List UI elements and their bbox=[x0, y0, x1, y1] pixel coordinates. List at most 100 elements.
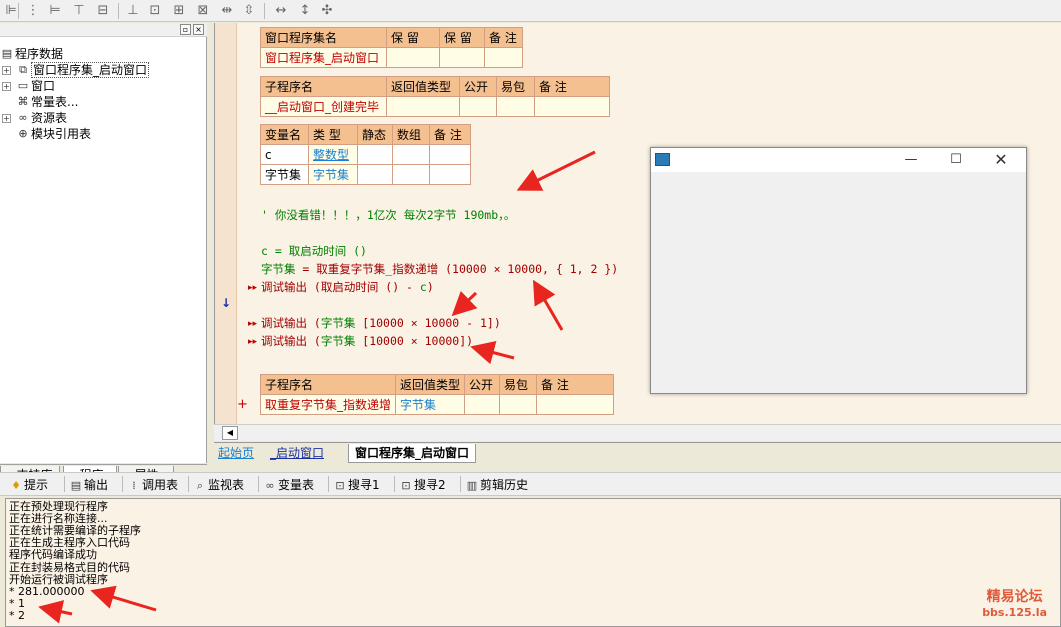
code-line[interactable]: 字节集 = 取重复字节集_指数递增 (10000 × 10000, { 1, 2… bbox=[261, 260, 618, 278]
table-cell[interactable]: 备 注 bbox=[534, 76, 610, 97]
table-cell[interactable] bbox=[392, 164, 430, 185]
table-cell[interactable]: 公开 bbox=[459, 76, 497, 97]
code-comment[interactable]: ' 你没看错！！！，1亿次 每次2字节 190mb，。 bbox=[261, 206, 515, 224]
v-space-icon[interactable]: ⇳ bbox=[240, 2, 258, 20]
bottom-button-label: 输出 bbox=[84, 478, 109, 492]
table-cell[interactable]: 子程序名 bbox=[259, 374, 397, 395]
output-panel[interactable]: 正在预处理现行程序 正在进行名称连接... 正在统计需要编译的子程序 正在生成主程序入… bbox=[5, 498, 1061, 627]
table-cell[interactable]: 保 留 bbox=[439, 27, 485, 48]
bottom-button-hint[interactable]: ♦ 提示 bbox=[8, 476, 48, 494]
code-line[interactable]: 调试输出 (字节集 [10000 × 10000]) bbox=[261, 332, 473, 350]
table-cell[interactable]: 数组 bbox=[392, 124, 430, 145]
align-center-icon[interactable]: ⋮ bbox=[24, 2, 42, 20]
table-cell[interactable]: 窗口程序集_启动窗口 bbox=[260, 47, 387, 68]
tree-label: 常量表... bbox=[31, 95, 79, 109]
tree-item[interactable]: ⌘ 常量表... bbox=[0, 94, 207, 110]
table-cell[interactable]: 子程序名 bbox=[260, 76, 387, 97]
tree-item[interactable]: ⊕ 模块引用表 bbox=[0, 126, 207, 142]
bottom-button-variables[interactable]: ∞ 变量表 bbox=[262, 476, 314, 494]
window-titlebar[interactable]: — ☐ ✕ bbox=[651, 148, 1026, 172]
tree-label: 模块引用表 bbox=[31, 127, 92, 141]
table-cell[interactable]: 返回值类型 bbox=[395, 374, 466, 395]
table-cell[interactable] bbox=[429, 144, 471, 165]
table-cell[interactable]: 字节集 bbox=[260, 164, 309, 185]
table-cell[interactable] bbox=[484, 47, 523, 68]
table-cell[interactable]: c bbox=[260, 144, 309, 165]
table-cell[interactable] bbox=[357, 144, 393, 165]
table-cell[interactable]: 返回值类型 bbox=[386, 76, 460, 97]
expand-icon[interactable]: + bbox=[2, 82, 11, 91]
bottom-button-call-stack[interactable]: ⁞ 调用表 bbox=[126, 476, 178, 494]
horizontal-scrollbar[interactable]: ◀ bbox=[214, 424, 1061, 441]
h-space-icon[interactable]: ⇹ bbox=[218, 2, 236, 20]
same-width-icon[interactable]: ⊡ bbox=[146, 2, 164, 20]
table-cell[interactable]: 保 留 bbox=[386, 27, 440, 48]
scroll-left-icon[interactable]: ◀ bbox=[222, 426, 238, 440]
tree-item[interactable]: + ⧉ 窗口程序集_启动窗口 bbox=[0, 62, 207, 78]
table-cell[interactable]: 易包 bbox=[496, 76, 535, 97]
table-cell[interactable]: 字节集 bbox=[395, 394, 466, 415]
code-line[interactable]: 调试输出 (取启动时间 () - c) bbox=[261, 278, 434, 296]
toolbar-separator bbox=[328, 476, 329, 492]
output-line: 开始运行被调试程序 bbox=[9, 572, 108, 586]
align-middle-icon[interactable]: ⊟ bbox=[94, 2, 112, 20]
expand-icon[interactable]: + bbox=[2, 66, 11, 75]
table-cell[interactable]: 公开 bbox=[464, 374, 501, 395]
table-cell[interactable] bbox=[499, 394, 538, 415]
table-cell[interactable]: 静态 bbox=[357, 124, 393, 145]
center-v-icon[interactable]: ↕ bbox=[296, 2, 314, 20]
maximize-icon[interactable]: ☐ bbox=[941, 150, 971, 170]
close-window-icon[interactable]: ✕ bbox=[986, 150, 1016, 170]
table-cell[interactable]: 类 型 bbox=[308, 124, 358, 145]
tree-item[interactable]: + ▭ 窗口 bbox=[0, 78, 207, 94]
table-cell[interactable]: 取重复字节集_指数递增 bbox=[259, 394, 397, 415]
editor-tabs: 起始页 _启动窗口 窗口程序集_启动窗口 bbox=[214, 442, 1061, 464]
code-line[interactable]: 调试输出 (字节集 [10000 × 10000 - 1]) bbox=[261, 314, 501, 332]
tree-item[interactable]: + ∞ 资源表 bbox=[0, 110, 207, 126]
same-height-icon[interactable]: ⊞ bbox=[170, 2, 188, 20]
dock-icon[interactable]: ▫ bbox=[180, 24, 191, 35]
center-h-icon[interactable]: ↔ bbox=[272, 2, 290, 20]
table-cell[interactable]: __启动窗口_创建完毕 bbox=[260, 96, 387, 117]
table-cell[interactable] bbox=[386, 47, 440, 68]
tree-item[interactable]: ▤ 程序数据 bbox=[0, 46, 207, 62]
table-cell[interactable] bbox=[392, 144, 430, 165]
bottom-button-clip-history[interactable]: ▥ 剪辑历史 bbox=[464, 476, 528, 494]
table-cell[interactable]: 备 注 bbox=[484, 27, 523, 48]
align-top-icon[interactable]: ⊤ bbox=[70, 2, 88, 20]
table-cell[interactable] bbox=[357, 164, 393, 185]
align-bottom-icon[interactable]: ⊥ bbox=[124, 2, 142, 20]
table-cell[interactable]: 字节集 bbox=[308, 164, 358, 185]
running-app-window[interactable]: — ☐ ✕ bbox=[650, 147, 1027, 394]
center-both-icon[interactable]: ✣ bbox=[318, 2, 336, 20]
table-cell[interactable]: 整数型 bbox=[308, 144, 358, 165]
watermark: 精易论坛 bbs.125.la bbox=[982, 586, 1047, 619]
editor-tab[interactable]: 窗口程序集_启动窗口 bbox=[348, 444, 477, 463]
table-cell[interactable] bbox=[386, 96, 460, 117]
table-cell[interactable]: 备 注 bbox=[536, 374, 615, 395]
table-cell[interactable] bbox=[459, 96, 497, 117]
table-cell[interactable] bbox=[496, 96, 535, 117]
table-cell[interactable]: 备 注 bbox=[429, 124, 471, 145]
editor-tab[interactable]: 起始页 bbox=[218, 444, 254, 463]
same-size-icon[interactable]: ⊠ bbox=[194, 2, 212, 20]
minimize-icon[interactable]: — bbox=[896, 150, 926, 170]
table-cell[interactable] bbox=[439, 47, 485, 68]
table-cell[interactable] bbox=[536, 394, 615, 415]
editor-tab[interactable]: _启动窗口 bbox=[270, 444, 324, 463]
expand-plus-icon[interactable]: + bbox=[237, 397, 248, 412]
bottom-button-search1[interactable]: ⊡ 搜寻1 bbox=[332, 476, 379, 494]
table-cell[interactable] bbox=[429, 164, 471, 185]
table-cell[interactable] bbox=[534, 96, 610, 117]
table-cell[interactable]: 易包 bbox=[499, 374, 538, 395]
bottom-button-watch[interactable]: ⌕ 监视表 bbox=[192, 476, 244, 494]
close-icon[interactable]: × bbox=[193, 24, 204, 35]
code-line[interactable]: c = 取启动时间 () bbox=[261, 242, 367, 260]
align-right-icon[interactable]: ⊨ bbox=[46, 2, 64, 20]
table-cell[interactable]: 变量名 bbox=[260, 124, 309, 145]
bottom-button-search2[interactable]: ⊡ 搜寻2 bbox=[398, 476, 445, 494]
bottom-button-output[interactable]: ▤ 输出 bbox=[68, 476, 108, 494]
expand-icon[interactable]: + bbox=[2, 114, 11, 123]
table-cell[interactable] bbox=[464, 394, 501, 415]
table-cell[interactable]: 窗口程序集名 bbox=[260, 27, 387, 48]
